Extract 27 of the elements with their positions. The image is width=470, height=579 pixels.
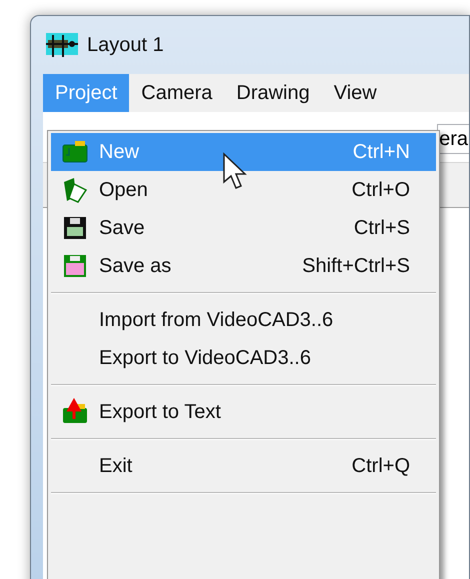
shortcut-label: Ctrl+N — [352, 140, 410, 164]
menu-item-label: Export to Text — [99, 400, 222, 424]
shortcut-label: Ctrl+Q — [352, 454, 410, 478]
menu-item-label: Import from VideoCAD3..6 — [99, 308, 334, 332]
book-icon — [61, 176, 89, 204]
window-title: Layout 1 — [87, 34, 164, 56]
app-icon — [45, 32, 79, 58]
shortcut-label: Ctrl+O — [352, 178, 410, 202]
menu-bar-item[interactable]: Drawing — [224, 74, 322, 112]
menu-item-label: Open — [99, 178, 149, 202]
menu-item-label: New — [99, 140, 140, 164]
menu-item-label: Save as — [99, 254, 172, 278]
menu-bar-item[interactable]: View — [322, 74, 389, 112]
menu-item-label: Export to VideoCAD3..6 — [99, 346, 312, 370]
menu-item[interactable]: Import from VideoCAD3..6 — [51, 301, 436, 339]
menu-item[interactable]: Save Ctrl+S — [51, 209, 436, 247]
menu-item[interactable]: Export to VideoCAD3..6 — [51, 339, 436, 377]
menu-item-label: Save — [99, 216, 146, 240]
menu-item[interactable]: Exit Ctrl+Q — [51, 447, 436, 485]
shortcut-label: Ctrl+S — [354, 216, 410, 240]
shortcut-label: Shift+Ctrl+S — [302, 254, 410, 278]
menu-bar-item[interactable]: Camera — [129, 74, 224, 112]
export-icon — [61, 398, 89, 426]
menu-item[interactable]: Open Ctrl+O — [51, 171, 436, 209]
menu-item[interactable]: Save as Shift+Ctrl+S — [51, 247, 436, 285]
menu-item-label: Exit — [99, 454, 134, 478]
menu-item[interactable]: Export to Text — [51, 393, 436, 431]
